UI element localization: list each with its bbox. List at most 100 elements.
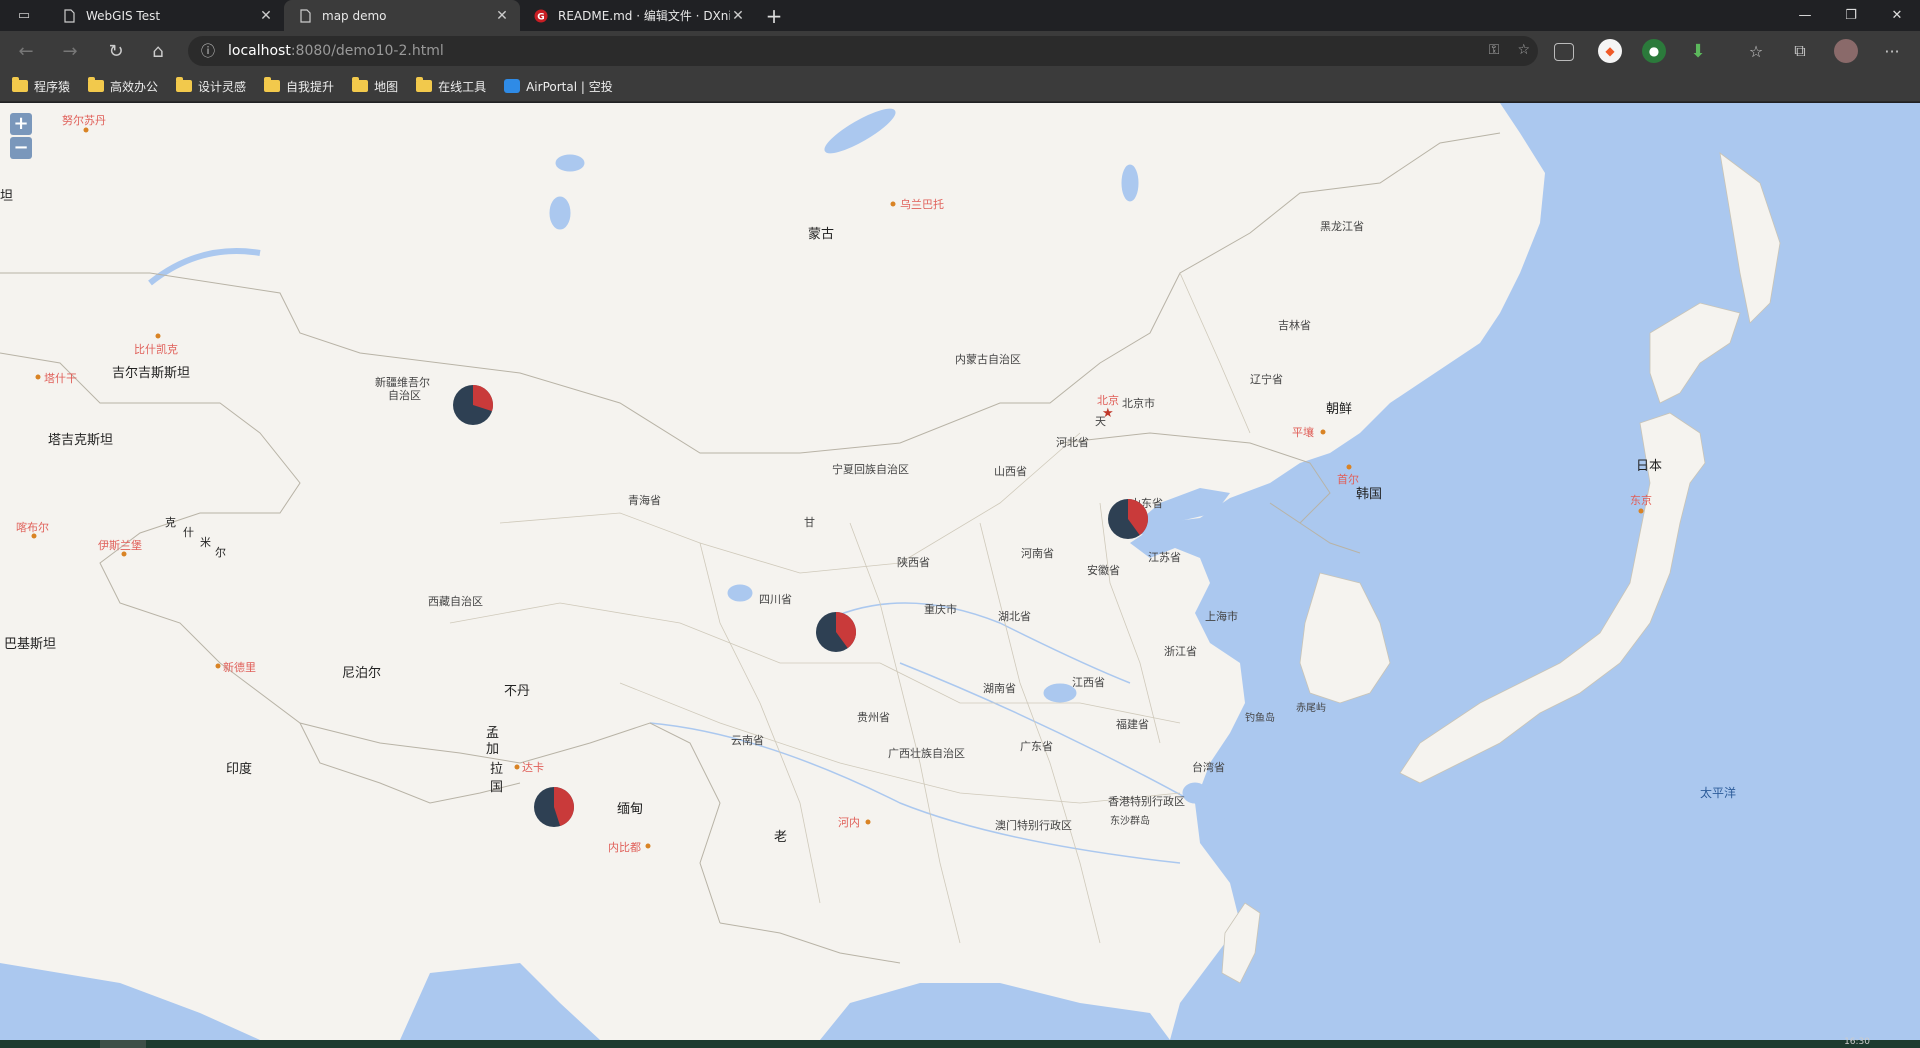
address-bar[interactable]: ⓘ localhost:8080/demo10-2.html [188,36,1538,66]
pie-marker[interactable] [534,787,575,827]
bookmark-item[interactable]: 设计灵感 [176,77,246,95]
country-label: 拉 [490,762,503,777]
folder-icon [176,77,193,92]
tab-map-demo[interactable]: map demo ✕ [284,0,520,31]
country-label: 朝鲜 [1326,402,1352,417]
new-tab-button[interactable]: + [756,0,792,31]
capital-label: 达卡 [522,761,544,774]
country-label: 什 [183,526,194,539]
minimize-icon[interactable]: — [1782,0,1828,31]
capital-label: 河内 [838,815,860,829]
province-label: 湖南省 [983,682,1016,695]
capital-label: 比什凯克 [134,343,178,356]
url-path: :8080/demo10-2.html [290,43,444,59]
bookmark-item[interactable]: 高效办公 [88,77,159,95]
taskbar-strip: 16:30 [0,1037,1920,1048]
folder-icon [264,77,281,92]
province-label: 北京市 [1122,396,1155,410]
province-label: 宁夏回族自治区 [832,462,909,476]
country-label: 坦 [0,189,13,204]
capital-label: 努尔苏丹 [62,113,106,127]
country-label: 巴基斯坦 [4,637,56,652]
province-label: 台湾省 [1192,760,1225,774]
province-label: 山西省 [994,465,1027,478]
extension-icon[interactable] [1554,43,1574,61]
province-border-lines [449,272,1251,944]
country-label: 韩国 [1356,487,1382,502]
province-label: 新疆维吾尔 [375,375,430,389]
pie-marker[interactable] [453,385,493,425]
refresh-icon[interactable]: ↻ [104,39,128,63]
bookmark-item[interactable]: 程序猿 [12,77,70,95]
bookmark-label: 在线工具 [438,79,487,94]
restore-icon[interactable]: ❐ [1828,0,1874,31]
bookmark-label: AirPortal | 空投 [526,79,613,94]
pie-marker[interactable] [1108,499,1148,539]
page-icon [64,8,75,23]
close-icon[interactable]: ✕ [494,8,510,24]
capital-label: 平壤 [1292,425,1314,439]
province-label: 江苏省 [1148,551,1181,564]
favorites-icon[interactable]: ☆ [1744,39,1768,63]
tab-readme[interactable]: G README.md · 编辑文件 · DXnim... ✕ [520,0,756,31]
folder-icon [416,77,433,92]
zoom-in-button[interactable]: + [10,113,32,135]
cloud-icon [504,79,521,93]
province-label: 河北省 [1056,436,1089,449]
country-label: 塔吉克斯坦 [48,433,113,448]
pie-chart-layer[interactable] [453,385,1148,827]
province-label: 赤尾屿 [1296,702,1326,714]
download-arrow-icon[interactable]: ⬇ [1686,39,1710,63]
forward-icon[interactable]: → [58,39,82,63]
page-icon [300,8,311,23]
collections-icon[interactable]: ⧉ [1788,39,1812,63]
zoom-control: + − [10,113,32,159]
svg-text:G: G [537,12,544,22]
country-label: 印度 [226,761,252,777]
zoom-out-button[interactable]: − [10,137,32,159]
tab-webgis-test[interactable]: WebGIS Test ✕ [48,0,284,31]
province-label: 澳门特别行政区 [995,818,1072,832]
map-canvas[interactable]: 蒙古 吉尔吉斯斯坦 塔吉克斯坦 巴基斯坦 尼泊尔 不丹 印度 朝鲜 韩国 日本 … [0,103,1920,1040]
tab-title: map demo [322,8,387,23]
bookmark-item[interactable]: 自我提升 [264,77,335,95]
province-label: 云南省 [731,734,764,747]
capital-label: 北京 [1097,393,1119,407]
province-label: 西藏自治区 [428,594,483,608]
bookmark-item[interactable]: 地图 [352,77,398,95]
map-viewport[interactable]: + − 蒙古 吉尔吉斯斯坦 塔吉克斯坦 巴基斯坦 尼泊尔 不丹 印度 朝鲜 韩国… [0,103,1920,1040]
close-window-icon[interactable]: ✕ [1874,0,1920,31]
country-label: 尔 [215,546,226,559]
province-label: 四川省 [759,593,792,606]
globe-extension-icon[interactable]: ● [1642,39,1666,63]
close-icon[interactable]: ✕ [730,8,746,24]
tab-actions-icon[interactable]: ▭ [0,0,48,31]
url-host: localhost [228,43,291,59]
swift-icon[interactable]: ◆ [1598,39,1622,63]
bookmark-label: 高效办公 [110,79,159,94]
avatar[interactable] [1834,39,1858,63]
province-label: 福建省 [1116,717,1149,731]
country-label: 国 [490,780,503,795]
more-icon[interactable]: ··· [1880,39,1904,63]
tab-title: WebGIS Test [86,8,161,23]
clock: 16:30 [1844,1037,1870,1047]
country-label: 不丹 [504,684,530,699]
bookmark-item[interactable]: 在线工具 [416,77,487,95]
province-label: 安徽省 [1087,563,1120,577]
province-label: 贵州省 [857,711,890,724]
bookmark-label: 自我提升 [286,79,335,94]
bookmark-item[interactable]: AirPortal | 空投 [504,78,613,95]
back-icon[interactable]: ← [14,39,38,63]
key-icon[interactable]: ⚿ [1489,42,1500,58]
browser-tab-strip: ▭ WebGIS Test ✕ map demo ✕ G README.md ·… [0,0,1920,31]
favorite-add-icon[interactable]: ☆ [1517,42,1530,58]
province-label: 青海省 [628,493,661,507]
province-label: 内蒙古自治区 [955,352,1021,366]
info-icon[interactable]: ⓘ [188,41,228,61]
home-icon[interactable]: ⌂ [146,39,170,63]
pie-marker[interactable] [816,612,856,652]
close-icon[interactable]: ✕ [258,8,274,24]
province-label: 湖北省 [998,610,1031,623]
province-label: 陕西省 [897,555,930,569]
